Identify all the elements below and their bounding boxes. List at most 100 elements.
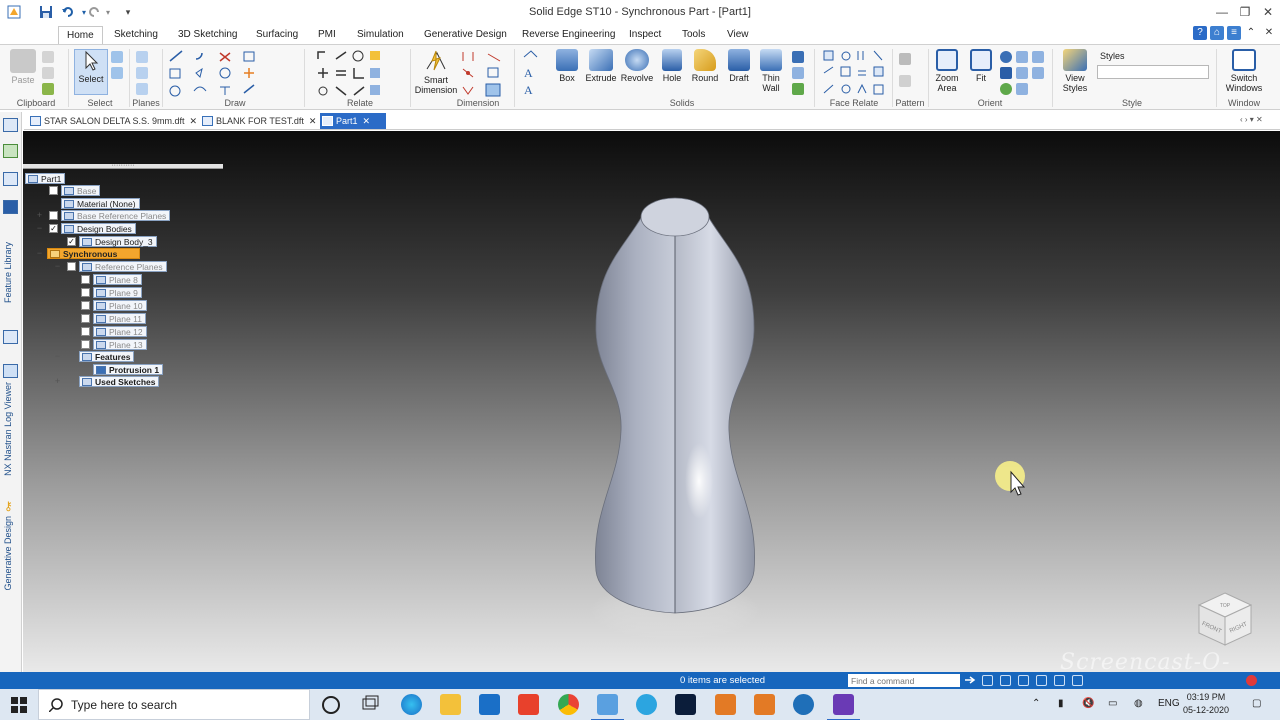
- pan-icon[interactable]: [1016, 51, 1028, 63]
- nastran-tab-icon[interactable]: [3, 364, 18, 378]
- tree-node-material[interactable]: Material (None): [61, 198, 140, 209]
- relate-tools[interactable]: [316, 49, 400, 97]
- plane-icon[interactable]: [136, 51, 148, 63]
- tab-simulation[interactable]: Simulation: [349, 27, 412, 44]
- help-icon[interactable]: ?: [1193, 26, 1207, 40]
- format-painter-icon[interactable]: [42, 83, 54, 95]
- visibility-checkbox[interactable]: [81, 301, 90, 310]
- feature-library-label[interactable]: Feature Library: [3, 242, 13, 303]
- edge-browser-icon[interactable]: [401, 694, 422, 715]
- tab-surfacing[interactable]: Surfacing: [248, 27, 306, 44]
- pattern-icon[interactable]: [899, 53, 911, 65]
- language-indicator[interactable]: ENG: [1158, 698, 1180, 709]
- library-tab-icon[interactable]: [3, 200, 18, 214]
- named-views-icon[interactable]: [1032, 67, 1044, 79]
- tree-node-plane[interactable]: Plane 9: [93, 287, 142, 298]
- part-model[interactable]: [563, 191, 763, 641]
- cut-icon[interactable]: [42, 51, 54, 63]
- close-tab-icon[interactable]: ✕: [190, 116, 198, 126]
- dimension-tools[interactable]: [460, 49, 508, 97]
- tab-tools[interactable]: Tools: [674, 27, 713, 44]
- zoom-status-icon[interactable]: [1000, 675, 1011, 686]
- feature-library-tab-icon[interactable]: [3, 172, 18, 186]
- visibility-checkbox[interactable]: [81, 314, 90, 323]
- rotate-status-icon[interactable]: [1054, 675, 1065, 686]
- tree-node-part1[interactable]: Part1: [25, 173, 66, 184]
- tree-node-plane[interactable]: Plane 13: [93, 339, 147, 350]
- telegram-icon[interactable]: [636, 694, 657, 715]
- visibility-checkbox[interactable]: ✓: [49, 224, 58, 233]
- app-icon-purple[interactable]: [827, 694, 860, 720]
- draw-tools[interactable]: [168, 49, 268, 97]
- visibility-checkbox[interactable]: ✓: [67, 237, 76, 246]
- system-clock[interactable]: 03:19 PM 05-12-2020: [1180, 691, 1232, 717]
- collapse-icon[interactable]: −: [53, 352, 62, 361]
- tab-inspect[interactable]: Inspect: [621, 27, 669, 44]
- battery-icon[interactable]: ▭: [1108, 698, 1117, 709]
- quickpick-icon[interactable]: [111, 67, 123, 79]
- expand-icon[interactable]: +: [53, 377, 62, 386]
- photoshop-icon[interactable]: [675, 694, 696, 715]
- box-button[interactable]: Box: [552, 49, 582, 83]
- round-button[interactable]: Round: [689, 49, 721, 83]
- doc-tab-part1[interactable]: Part1 ✕: [320, 113, 387, 129]
- pathfinder-tab-icon[interactable]: [3, 118, 18, 132]
- command-finder-input[interactable]: [848, 674, 960, 687]
- nx-nastran-log-viewer-label[interactable]: NX Nastran Log Viewer: [3, 382, 13, 476]
- pattern-along-curve-icon[interactable]: [899, 75, 911, 87]
- expand-icon[interactable]: +: [35, 211, 44, 220]
- smart-dimension-button[interactable]: Smart Dimension: [413, 49, 459, 95]
- generative-design-label[interactable]: Generative Design: [3, 516, 13, 591]
- sweep-icon[interactable]: [792, 67, 804, 79]
- revolve-button[interactable]: Revolve: [619, 49, 655, 83]
- rotate-icon[interactable]: [1000, 67, 1012, 79]
- minimize-ribbon-icon[interactable]: ⌃: [1244, 26, 1258, 40]
- volume-muted-icon[interactable]: 🔇: [1082, 698, 1094, 709]
- tab-3d-sketching[interactable]: 3D Sketching: [170, 27, 245, 44]
- tree-node-plane[interactable]: Plane 11: [93, 313, 146, 324]
- tree-node-features[interactable]: Features: [79, 351, 135, 362]
- tree-node-base-reference-planes[interactable]: Base Reference Planes: [61, 210, 171, 221]
- view-cube[interactable]: TOP FRONT RIGHT: [1193, 587, 1257, 651]
- view-style-status-icon[interactable]: [1072, 675, 1083, 686]
- tray-chevron-icon[interactable]: ⌃: [1032, 698, 1040, 709]
- fit-status-icon[interactable]: [1018, 675, 1029, 686]
- restore-icon[interactable]: ❐: [1233, 3, 1257, 21]
- app-icon-blue[interactable]: [793, 694, 814, 715]
- pathfinder-grip[interactable]: ··········: [23, 162, 223, 169]
- solid-edge-taskbar-icon[interactable]: [591, 694, 624, 720]
- layout-icon[interactable]: ≡: [1227, 26, 1241, 40]
- fit-button[interactable]: Fit: [968, 49, 994, 83]
- record-icon[interactable]: [1246, 675, 1257, 686]
- visibility-checkbox[interactable]: [49, 211, 58, 220]
- mail-icon[interactable]: [479, 694, 500, 715]
- tree-node-plane[interactable]: Plane 12: [93, 326, 147, 337]
- select-button[interactable]: Select: [74, 49, 108, 95]
- app-icon-orange[interactable]: [715, 694, 736, 715]
- view-styles-button[interactable]: View Styles: [1058, 49, 1092, 93]
- visibility-checkbox[interactable]: [67, 262, 76, 271]
- close-icon[interactable]: ✕: [1256, 3, 1280, 21]
- file-explorer-icon[interactable]: [440, 694, 461, 715]
- tree-node-plane[interactable]: Plane 10: [93, 300, 147, 311]
- windows-start-icon[interactable]: [0, 689, 38, 720]
- close-tab-icon[interactable]: ✕: [309, 116, 317, 126]
- tab-sketching[interactable]: Sketching: [106, 27, 166, 44]
- task-view-icon[interactable]: [360, 694, 381, 715]
- visibility-checkbox[interactable]: [81, 275, 90, 284]
- tree-node-used-sketches[interactable]: Used Sketches: [79, 376, 160, 387]
- hole-button[interactable]: Hole: [658, 49, 686, 83]
- thin-wall-button[interactable]: Thin Wall: [756, 49, 786, 93]
- collapse-icon[interactable]: −: [35, 249, 44, 258]
- close-document-icon[interactable]: ✕: [1262, 26, 1276, 40]
- pan-status-icon[interactable]: [1036, 675, 1047, 686]
- face-relate-tools[interactable]: [822, 49, 888, 97]
- layers-tab-icon[interactable]: [3, 144, 18, 158]
- tab-scroll-icon[interactable]: ‹ › ▾ ✕: [1240, 115, 1263, 124]
- sketch-view-icon[interactable]: [1032, 51, 1044, 63]
- spin-about-icon[interactable]: [1000, 83, 1012, 95]
- graphics-window[interactable]: ·········· Part1 Base Material (None) + …: [23, 131, 1280, 672]
- network-icon[interactable]: ◍: [1134, 698, 1143, 709]
- tree-node-protrusion[interactable]: Protrusion 1: [93, 364, 164, 375]
- chrome-icon[interactable]: [558, 694, 579, 715]
